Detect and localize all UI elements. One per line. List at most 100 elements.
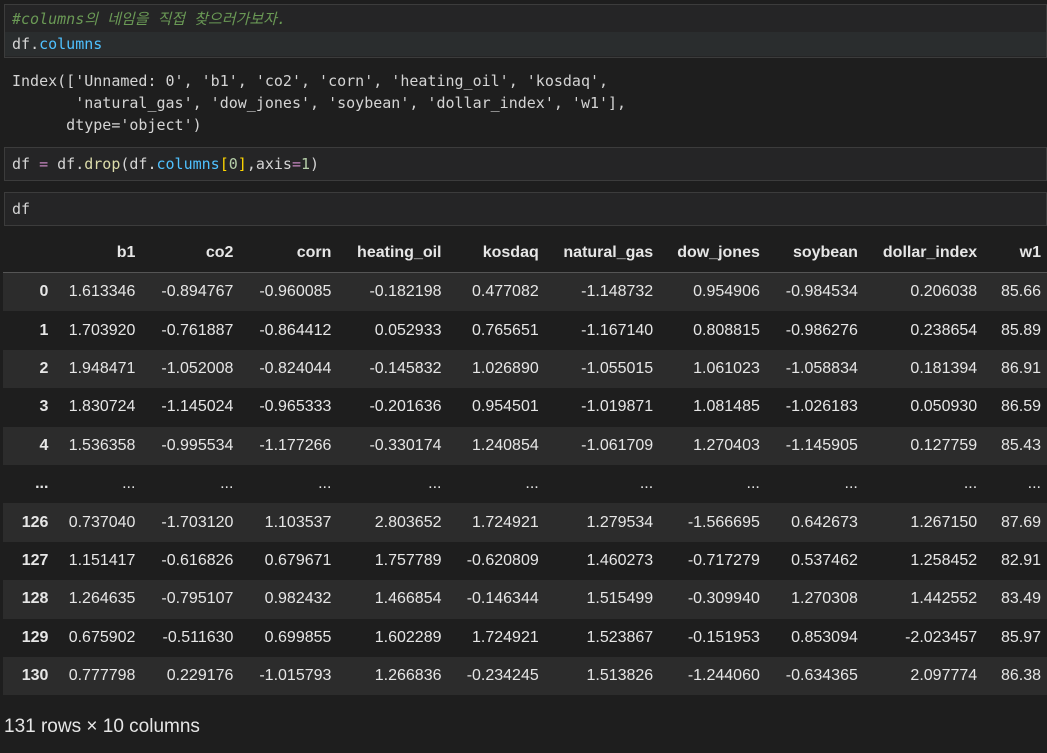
table-cell: 1.270403 (693, 436, 760, 454)
code-line-columns[interactable]: df.columns (12, 33, 102, 55)
table-cell: -0.717279 (687, 551, 760, 569)
table-cell: -0.146344 (466, 590, 539, 608)
code-dot: . (30, 35, 40, 53)
table-row: 1 1.703920 -0.761887 -0.864412 0.052933 0.765… (3, 311, 1047, 350)
table-cell: 0.206038 (910, 283, 978, 301)
code-paren: ) (310, 155, 320, 173)
table-cell: -0.330174 (369, 436, 442, 454)
code-line-drop[interactable]: df = df.drop(df.columns[0],axis=1) (12, 153, 319, 175)
table-cell: -0.309940 (687, 590, 760, 608)
table-body: 0 1.613346 -0.894767 -0.960085 -0.182198 0.47… (3, 272, 1047, 696)
code-comma: , (246, 155, 256, 173)
table-cell: -1.145905 (785, 436, 858, 454)
output-index-line2: 'natural_gas', 'dow_jones', 'soybean', '… (12, 94, 627, 112)
code-line-df[interactable]: df (12, 198, 30, 220)
row-index: 3 (39, 398, 49, 416)
table-cell: -0.995534 (161, 436, 234, 454)
table-cell: -1.145024 (161, 398, 234, 416)
table-cell: 1.151417 (68, 551, 136, 569)
column-header: b1 (54, 234, 142, 273)
table-cell: 1.724921 (472, 513, 539, 531)
table-cell: -0.824044 (259, 359, 332, 377)
table-cell: 0.808815 (693, 321, 760, 339)
table-cell: -1.026183 (785, 398, 858, 416)
table-cell: 0.679671 (264, 551, 332, 569)
table-cell: 87.69 (1000, 513, 1041, 531)
table-header: b1 co2 corn heating_oil kosdaq natural_gas dow… (3, 234, 1047, 273)
table-cell: 1.267150 (910, 513, 978, 531)
table-cell: ... (122, 475, 136, 493)
row-index: 2 (39, 359, 49, 377)
column-header: w1 (983, 234, 1047, 273)
table-cell: -0.986276 (785, 321, 858, 339)
table-cell: ... (639, 475, 654, 493)
table-cell: 82.91 (1000, 551, 1041, 569)
table-cell: 1.270308 (791, 590, 858, 608)
row-index: 1 (39, 321, 49, 339)
column-header: co2 (141, 234, 240, 273)
table-cell: ... (746, 475, 760, 493)
table-cell: 0.229176 (166, 667, 234, 685)
table-cell: 85.97 (1000, 628, 1041, 646)
table-cell: 1.523867 (586, 628, 654, 646)
table-cell: 0.982432 (264, 590, 332, 608)
table-cell: 83.49 (1000, 590, 1041, 608)
table-cell: -0.201636 (369, 398, 442, 416)
table-cell: 1.830724 (68, 398, 136, 416)
table-header-row: b1 co2 corn heating_oil kosdaq natural_gas dow… (3, 234, 1047, 273)
table-cell: -0.960085 (259, 283, 332, 301)
table-row: 128 1.264635 -0.795107 0.982432 1.466854 -0.1… (3, 580, 1047, 619)
table-row: 127 1.151417 -0.616826 0.679671 1.757789 -0.6… (3, 541, 1047, 581)
table-cell: -1.566695 (687, 513, 760, 531)
table-cell: -1.244060 (687, 667, 760, 685)
code-dot: . (75, 155, 85, 173)
code-func: drop (84, 155, 121, 173)
table-cell: 1.264635 (68, 590, 136, 608)
table-cell: -2.023457 (905, 628, 978, 646)
table-cell: -1.177266 (259, 436, 332, 454)
code-lhs: df (12, 155, 31, 173)
table-cell: 1.279534 (586, 513, 654, 531)
table-cell: 1.466854 (374, 590, 442, 608)
table-cell: 1.061023 (693, 359, 760, 377)
table-cell: -1.061709 (581, 436, 654, 454)
table-cell: ... (428, 475, 442, 493)
row-index: 126 (21, 513, 49, 531)
table-cell: -1.703120 (161, 513, 234, 531)
table-cell: -0.182198 (369, 283, 442, 301)
code-cell-drop[interactable]: df = df.drop(df.columns[0],axis=1) (4, 147, 1047, 181)
table-summary: 131 rows × 10 columns (4, 716, 200, 737)
table-cell: 0.954501 (472, 398, 539, 416)
table-cell: 1.948471 (68, 359, 136, 377)
index-header (3, 234, 55, 273)
table-cell: 1.026890 (472, 359, 539, 377)
code-kwarg: axis (255, 155, 292, 173)
column-header: natural_gas (544, 234, 660, 273)
table-cell: 2.803652 (374, 513, 442, 531)
table-cell: 0.537462 (791, 551, 858, 569)
table-cell: 1.703920 (68, 321, 136, 339)
code-bracket: ] (237, 155, 247, 173)
table-cell: -0.894767 (161, 283, 234, 301)
table-cell: 0.127759 (910, 436, 978, 454)
table-cell: 86.38 (1000, 667, 1041, 685)
table-cell: -0.234245 (466, 667, 539, 685)
code-attr: columns (156, 155, 220, 173)
table-cell: 1.240854 (472, 436, 539, 454)
row-index: 128 (21, 590, 49, 608)
table-cell: 1.536358 (68, 436, 136, 454)
code-var: df (12, 35, 31, 53)
table-row: 0 1.613346 -0.894767 -0.960085 -0.182198 0.47… (3, 272, 1047, 312)
table-cell: 0.765651 (472, 321, 539, 339)
table-cell: 0.675902 (68, 628, 136, 646)
table-cell: ... (318, 475, 332, 493)
row-index: 127 (21, 551, 49, 569)
table-cell: 1.757789 (374, 551, 442, 569)
code-number: 0 (228, 155, 238, 173)
output-index-line3: dtype='object') (12, 116, 202, 134)
table-cell: -1.148732 (581, 283, 654, 301)
code-cell-columns[interactable]: #columns의 네임을 직접 찾으러가보자. df.columns (4, 4, 1047, 58)
table-cell: -0.620809 (466, 551, 539, 569)
table-cell: 1.258452 (910, 551, 978, 569)
code-cell-df[interactable]: df (4, 192, 1047, 226)
